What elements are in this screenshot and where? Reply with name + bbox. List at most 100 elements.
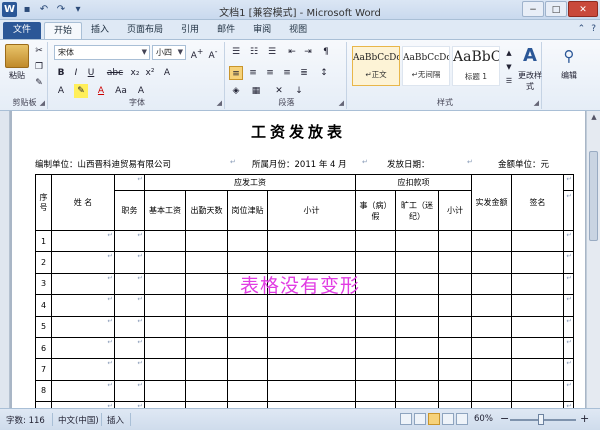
table-cell[interactable]: ↵ xyxy=(51,315,115,338)
table-cell[interactable]: ↵ xyxy=(51,229,115,253)
cut-icon[interactable]: ✂ xyxy=(32,44,46,58)
full-screen-view-icon[interactable] xyxy=(414,413,426,425)
zoom-level[interactable]: 60% xyxy=(474,414,493,424)
table-cell[interactable] xyxy=(395,358,439,381)
shading-icon[interactable]: ◈ xyxy=(229,84,243,98)
table-cell[interactable] xyxy=(471,336,512,360)
scroll-thumb[interactable] xyxy=(589,151,598,241)
italic-button[interactable]: I xyxy=(69,66,83,80)
table-cell[interactable]: ↵ xyxy=(51,294,115,317)
table-cell[interactable]: ↵ xyxy=(114,272,145,296)
table-cell[interactable] xyxy=(471,251,512,274)
align-center-icon[interactable]: ≡ xyxy=(246,66,260,80)
table-cell[interactable] xyxy=(471,315,512,338)
table-cell[interactable] xyxy=(395,294,439,317)
language-indicator[interactable]: 中文(中国) xyxy=(58,414,99,426)
clipboard-launcher-icon[interactable]: ◢ xyxy=(40,99,45,107)
table-cell[interactable] xyxy=(395,315,439,338)
table-row[interactable]: 5 ↵ ↵ ↵ xyxy=(35,315,574,338)
table-cell[interactable]: ↵ xyxy=(51,336,115,360)
tab-references[interactable]: 引用 xyxy=(172,22,208,39)
multilevel-list-icon[interactable]: ☰ xyxy=(265,45,279,59)
align-left-icon[interactable]: ≡ xyxy=(229,66,243,80)
borders-icon[interactable]: ▦ xyxy=(249,84,263,98)
paragraph-launcher-icon[interactable]: ◢ xyxy=(339,99,344,107)
text-effects-icon[interactable]: A xyxy=(54,84,68,98)
bullets-icon[interactable]: ☰ xyxy=(229,45,243,59)
format-painter-icon[interactable]: ✎ xyxy=(32,76,46,90)
styles-scroll-up-icon[interactable]: ▲ xyxy=(502,46,516,60)
change-case-icon[interactable]: Aa xyxy=(114,84,128,98)
table-cell[interactable] xyxy=(395,229,439,253)
tab-page-layout[interactable]: 页面布局 xyxy=(118,22,172,39)
superscript-button[interactable]: x² xyxy=(143,66,157,80)
table-cell[interactable] xyxy=(227,229,268,253)
table-cell[interactable]: ↵ xyxy=(51,272,115,296)
tab-insert[interactable]: 插入 xyxy=(82,22,118,39)
shrink-font-icon[interactable]: A- xyxy=(206,45,220,61)
distributed-icon[interactable]: ≣ xyxy=(297,66,311,80)
line-spacing-icon[interactable]: ↕ xyxy=(317,66,331,80)
table-cell[interactable] xyxy=(355,272,396,296)
table-cell[interactable] xyxy=(144,379,186,403)
styles-launcher-icon[interactable]: ◢ xyxy=(534,99,539,107)
close-button[interactable]: ✕ xyxy=(568,1,598,17)
styles-more-icon[interactable]: ☰ xyxy=(502,74,516,88)
table-cell[interactable] xyxy=(144,358,186,381)
table-cell[interactable] xyxy=(511,272,564,296)
table-cell[interactable] xyxy=(267,358,356,381)
decrease-indent-icon[interactable]: ⇤ xyxy=(285,45,299,59)
underline-button[interactable]: U xyxy=(84,66,98,80)
tab-mailings[interactable]: 邮件 xyxy=(208,22,244,39)
table-cell[interactable] xyxy=(395,336,439,360)
table-cell[interactable] xyxy=(471,294,512,317)
styles-scroll-down-icon[interactable]: ▼ xyxy=(502,60,516,74)
table-cell[interactable] xyxy=(144,229,186,253)
table-cell[interactable] xyxy=(185,251,228,274)
table-cell[interactable] xyxy=(438,294,472,317)
copy-icon[interactable]: ❐ xyxy=(32,60,46,74)
strikethrough-button[interactable]: abc xyxy=(104,66,126,80)
table-cell[interactable] xyxy=(438,315,472,338)
web-layout-view-icon[interactable] xyxy=(428,413,440,425)
chinese-layout-icon[interactable]: ✕ xyxy=(272,84,286,98)
table-cell[interactable] xyxy=(395,272,439,296)
table-cell[interactable]: ↵ xyxy=(114,379,145,403)
table-cell[interactable] xyxy=(395,379,439,403)
table-cell[interactable]: ↵ xyxy=(114,251,145,274)
table-cell[interactable] xyxy=(511,379,564,403)
table-row[interactable]: 6 ↵ ↵ ↵ xyxy=(35,336,574,360)
table-cell[interactable] xyxy=(185,336,228,360)
table-cell[interactable] xyxy=(355,336,396,360)
editing-button[interactable]: ⚲ 编辑 xyxy=(554,44,584,81)
align-right-icon[interactable]: ≡ xyxy=(263,66,277,80)
numbering-icon[interactable]: ☷ xyxy=(247,45,261,59)
table-cell[interactable] xyxy=(471,272,512,296)
table-cell[interactable] xyxy=(185,272,228,296)
table-cell[interactable]: ↵ xyxy=(51,358,115,381)
table-cell[interactable] xyxy=(355,358,396,381)
font-launcher-icon[interactable]: ◢ xyxy=(217,99,222,107)
table-cell[interactable] xyxy=(267,379,356,403)
outline-view-icon[interactable] xyxy=(442,413,454,425)
minimize-button[interactable]: − xyxy=(522,1,544,17)
justify-icon[interactable]: ≡ xyxy=(280,66,294,80)
table-cell[interactable] xyxy=(185,229,228,253)
table-row[interactable]: 8 ↵ ↵ ↵ xyxy=(35,379,574,403)
show-marks-icon[interactable]: ¶ xyxy=(319,45,333,59)
clear-format-icon[interactable]: A xyxy=(160,66,174,80)
table-cell[interactable]: ↵ xyxy=(114,315,145,338)
table-cell[interactable] xyxy=(144,294,186,317)
table-row[interactable]: 7 ↵ ↵ ↵ xyxy=(35,358,574,381)
table-cell[interactable] xyxy=(267,229,356,253)
font-name-combo[interactable]: 宋体 ▼ xyxy=(54,45,150,60)
table-cell[interactable]: ↵ xyxy=(51,251,115,274)
table-cell[interactable] xyxy=(355,229,396,253)
table-cell[interactable] xyxy=(227,379,268,403)
tab-review[interactable]: 审阅 xyxy=(244,22,280,39)
style-normal[interactable]: AaBbCcDc ↵正文 xyxy=(352,46,400,86)
table-cell[interactable] xyxy=(144,251,186,274)
table-cell[interactable] xyxy=(471,229,512,253)
table-cell[interactable] xyxy=(355,251,396,274)
table-cell[interactable] xyxy=(511,336,564,360)
